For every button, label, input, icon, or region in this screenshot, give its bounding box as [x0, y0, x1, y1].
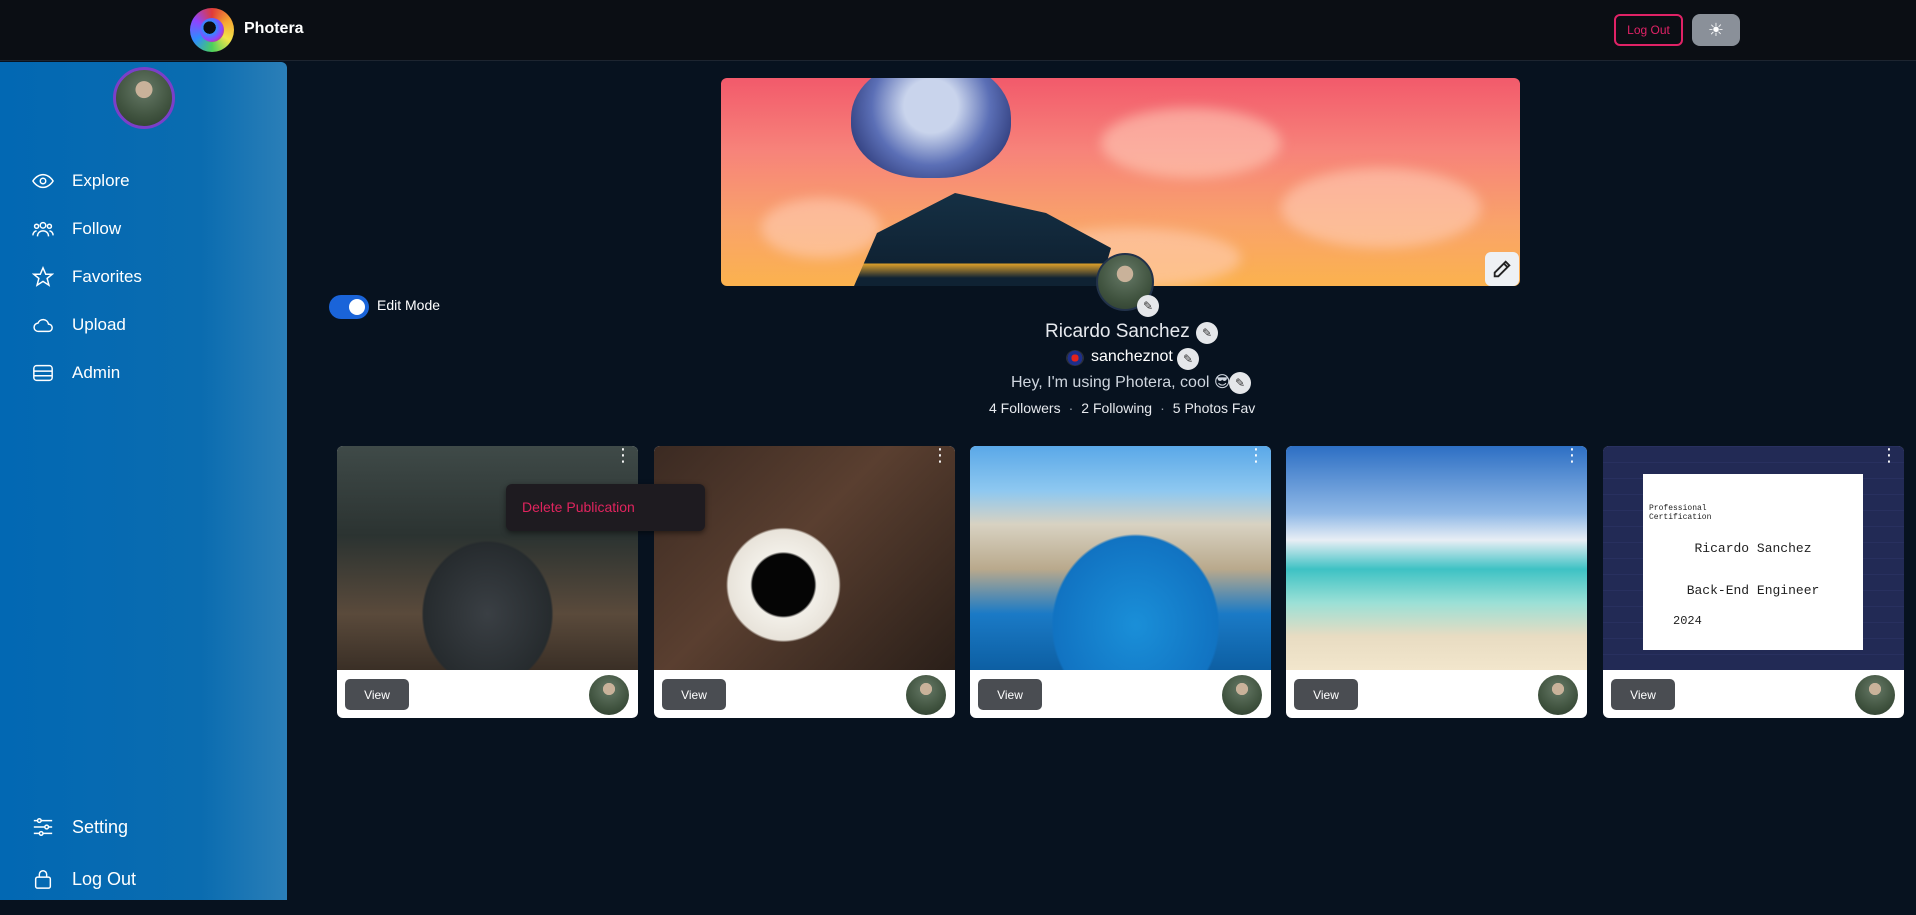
sidebar-item-favorites[interactable]: Favorites — [32, 262, 252, 292]
more-options-icon[interactable]: ⋮ — [931, 446, 949, 474]
photera-logo[interactable] — [190, 8, 234, 52]
top-bar: Photera Log Out ☀ — [0, 0, 1916, 61]
view-button[interactable]: View — [1294, 679, 1358, 710]
edit-username-button[interactable]: ✎ — [1177, 348, 1199, 370]
following-count[interactable]: 2 Following — [1081, 400, 1152, 416]
brand-name[interactable]: Photera — [244, 20, 304, 38]
profile-bio: Hey, I'm using Photera, cool 😎 — [1011, 374, 1231, 391]
sliders-icon — [33, 818, 53, 836]
owner-avatar[interactable] — [1222, 675, 1262, 715]
profile-username: sancheznot — [1091, 348, 1173, 365]
view-button[interactable]: View — [978, 679, 1042, 710]
database-icon — [33, 364, 53, 382]
profile-stats: 4 Followers · 2 Following · 5 Photos Fav — [989, 400, 1256, 416]
sun-icon: ☀ — [1707, 19, 1725, 40]
view-button[interactable]: View — [662, 679, 726, 710]
certificate-role: Back-End Engineer — [1686, 583, 1820, 598]
more-options-icon[interactable]: ⋮ — [1247, 446, 1265, 474]
edit-avatar-button[interactable]: ✎ — [1137, 295, 1159, 317]
coffee-photo[interactable] — [654, 446, 955, 670]
eye-icon — [32, 173, 54, 189]
followers-count[interactable]: 4 Followers — [989, 400, 1061, 416]
sidebar-avatar[interactable] — [113, 67, 175, 129]
edit-mode-label: Edit Mode — [377, 297, 441, 313]
edit-banner-button[interactable] — [1485, 252, 1519, 286]
owner-avatar[interactable] — [906, 675, 946, 715]
more-options-icon[interactable]: ⋮ — [614, 446, 632, 474]
hot-air-balloon — [851, 78, 1011, 178]
sidebar-item-admin[interactable]: Admin — [32, 358, 252, 388]
logout-button[interactable]: Log Out — [1614, 14, 1683, 46]
certificate-year: 2024 — [1673, 614, 1702, 628]
edit-name-button[interactable]: ✎ — [1196, 322, 1218, 344]
country-flag-icon — [1066, 350, 1084, 366]
owner-avatar[interactable] — [1538, 675, 1578, 715]
cloud-icon — [33, 318, 53, 333]
view-button[interactable]: View — [1611, 679, 1675, 710]
owner-avatar[interactable] — [589, 675, 629, 715]
certificate-photo[interactable]: Professional Certification Ricardo Sanch… — [1603, 446, 1904, 670]
airship-illustration — [851, 193, 1111, 286]
certificate-document: Professional Certification Ricardo Sanch… — [1643, 474, 1863, 650]
owner-avatar[interactable] — [1855, 675, 1895, 715]
view-button[interactable]: View — [345, 679, 409, 710]
pencil-icon: ✎ — [1142, 299, 1154, 313]
pencil-icon: ✎ — [1234, 376, 1246, 390]
photo-card: Professional Certification Ricardo Sanch… — [1603, 446, 1904, 718]
sidebar-item-label: Favorites — [72, 267, 142, 286]
sidebar-item-label: Explore — [72, 171, 130, 190]
photo-card: ⋮ View — [970, 446, 1271, 718]
pencil-icon: ✎ — [1182, 352, 1194, 366]
photo-card: ⋮ View — [1286, 446, 1587, 718]
photos-fav-count[interactable]: 5 Photos Fav — [1173, 400, 1256, 416]
more-options-icon[interactable]: ⋮ — [1880, 446, 1898, 474]
sidebar-item-explore[interactable]: Explore — [32, 166, 252, 196]
sidebar-item-setting[interactable]: Setting — [32, 812, 252, 842]
tropical-beach-photo[interactable] — [1286, 446, 1587, 670]
sidebar-item-logout[interactable]: Log Out — [32, 864, 252, 894]
star-icon — [32, 266, 54, 287]
theme-toggle-button[interactable]: ☀ — [1692, 14, 1740, 46]
certificate-name: Ricardo Sanchez — [1694, 541, 1812, 556]
more-options-icon[interactable]: ⋮ — [1563, 446, 1581, 474]
edit-icon — [1493, 260, 1511, 278]
sidebar-item-label: Follow — [72, 219, 122, 238]
delete-publication-option[interactable]: Delete Publication — [522, 499, 635, 515]
sidebar: Explore Follow Favorites Upload Admin Se… — [0, 62, 287, 900]
edit-mode-toggle[interactable] — [329, 295, 369, 319]
card-context-menu: Delete Publication — [506, 484, 705, 531]
cliff-beach-photo[interactable] — [970, 446, 1271, 670]
pencil-icon: ✎ — [1201, 326, 1213, 340]
lock-icon — [34, 870, 52, 889]
profile-name: Ricardo Sanchez — [1045, 321, 1190, 342]
edit-bio-button[interactable]: ✎ — [1229, 372, 1251, 394]
sidebar-item-upload[interactable]: Upload — [32, 310, 252, 340]
sidebar-item-label: Setting — [72, 816, 129, 837]
sidebar-item-follow[interactable]: Follow — [32, 214, 252, 244]
sidebar-item-label: Admin — [72, 363, 121, 382]
certificate-heading: Professional Certification — [1649, 504, 1712, 522]
car-photo[interactable] — [337, 446, 638, 670]
sidebar-item-label: Log Out — [72, 868, 137, 889]
sidebar-item-label: Upload — [72, 315, 126, 334]
users-icon — [32, 221, 54, 237]
